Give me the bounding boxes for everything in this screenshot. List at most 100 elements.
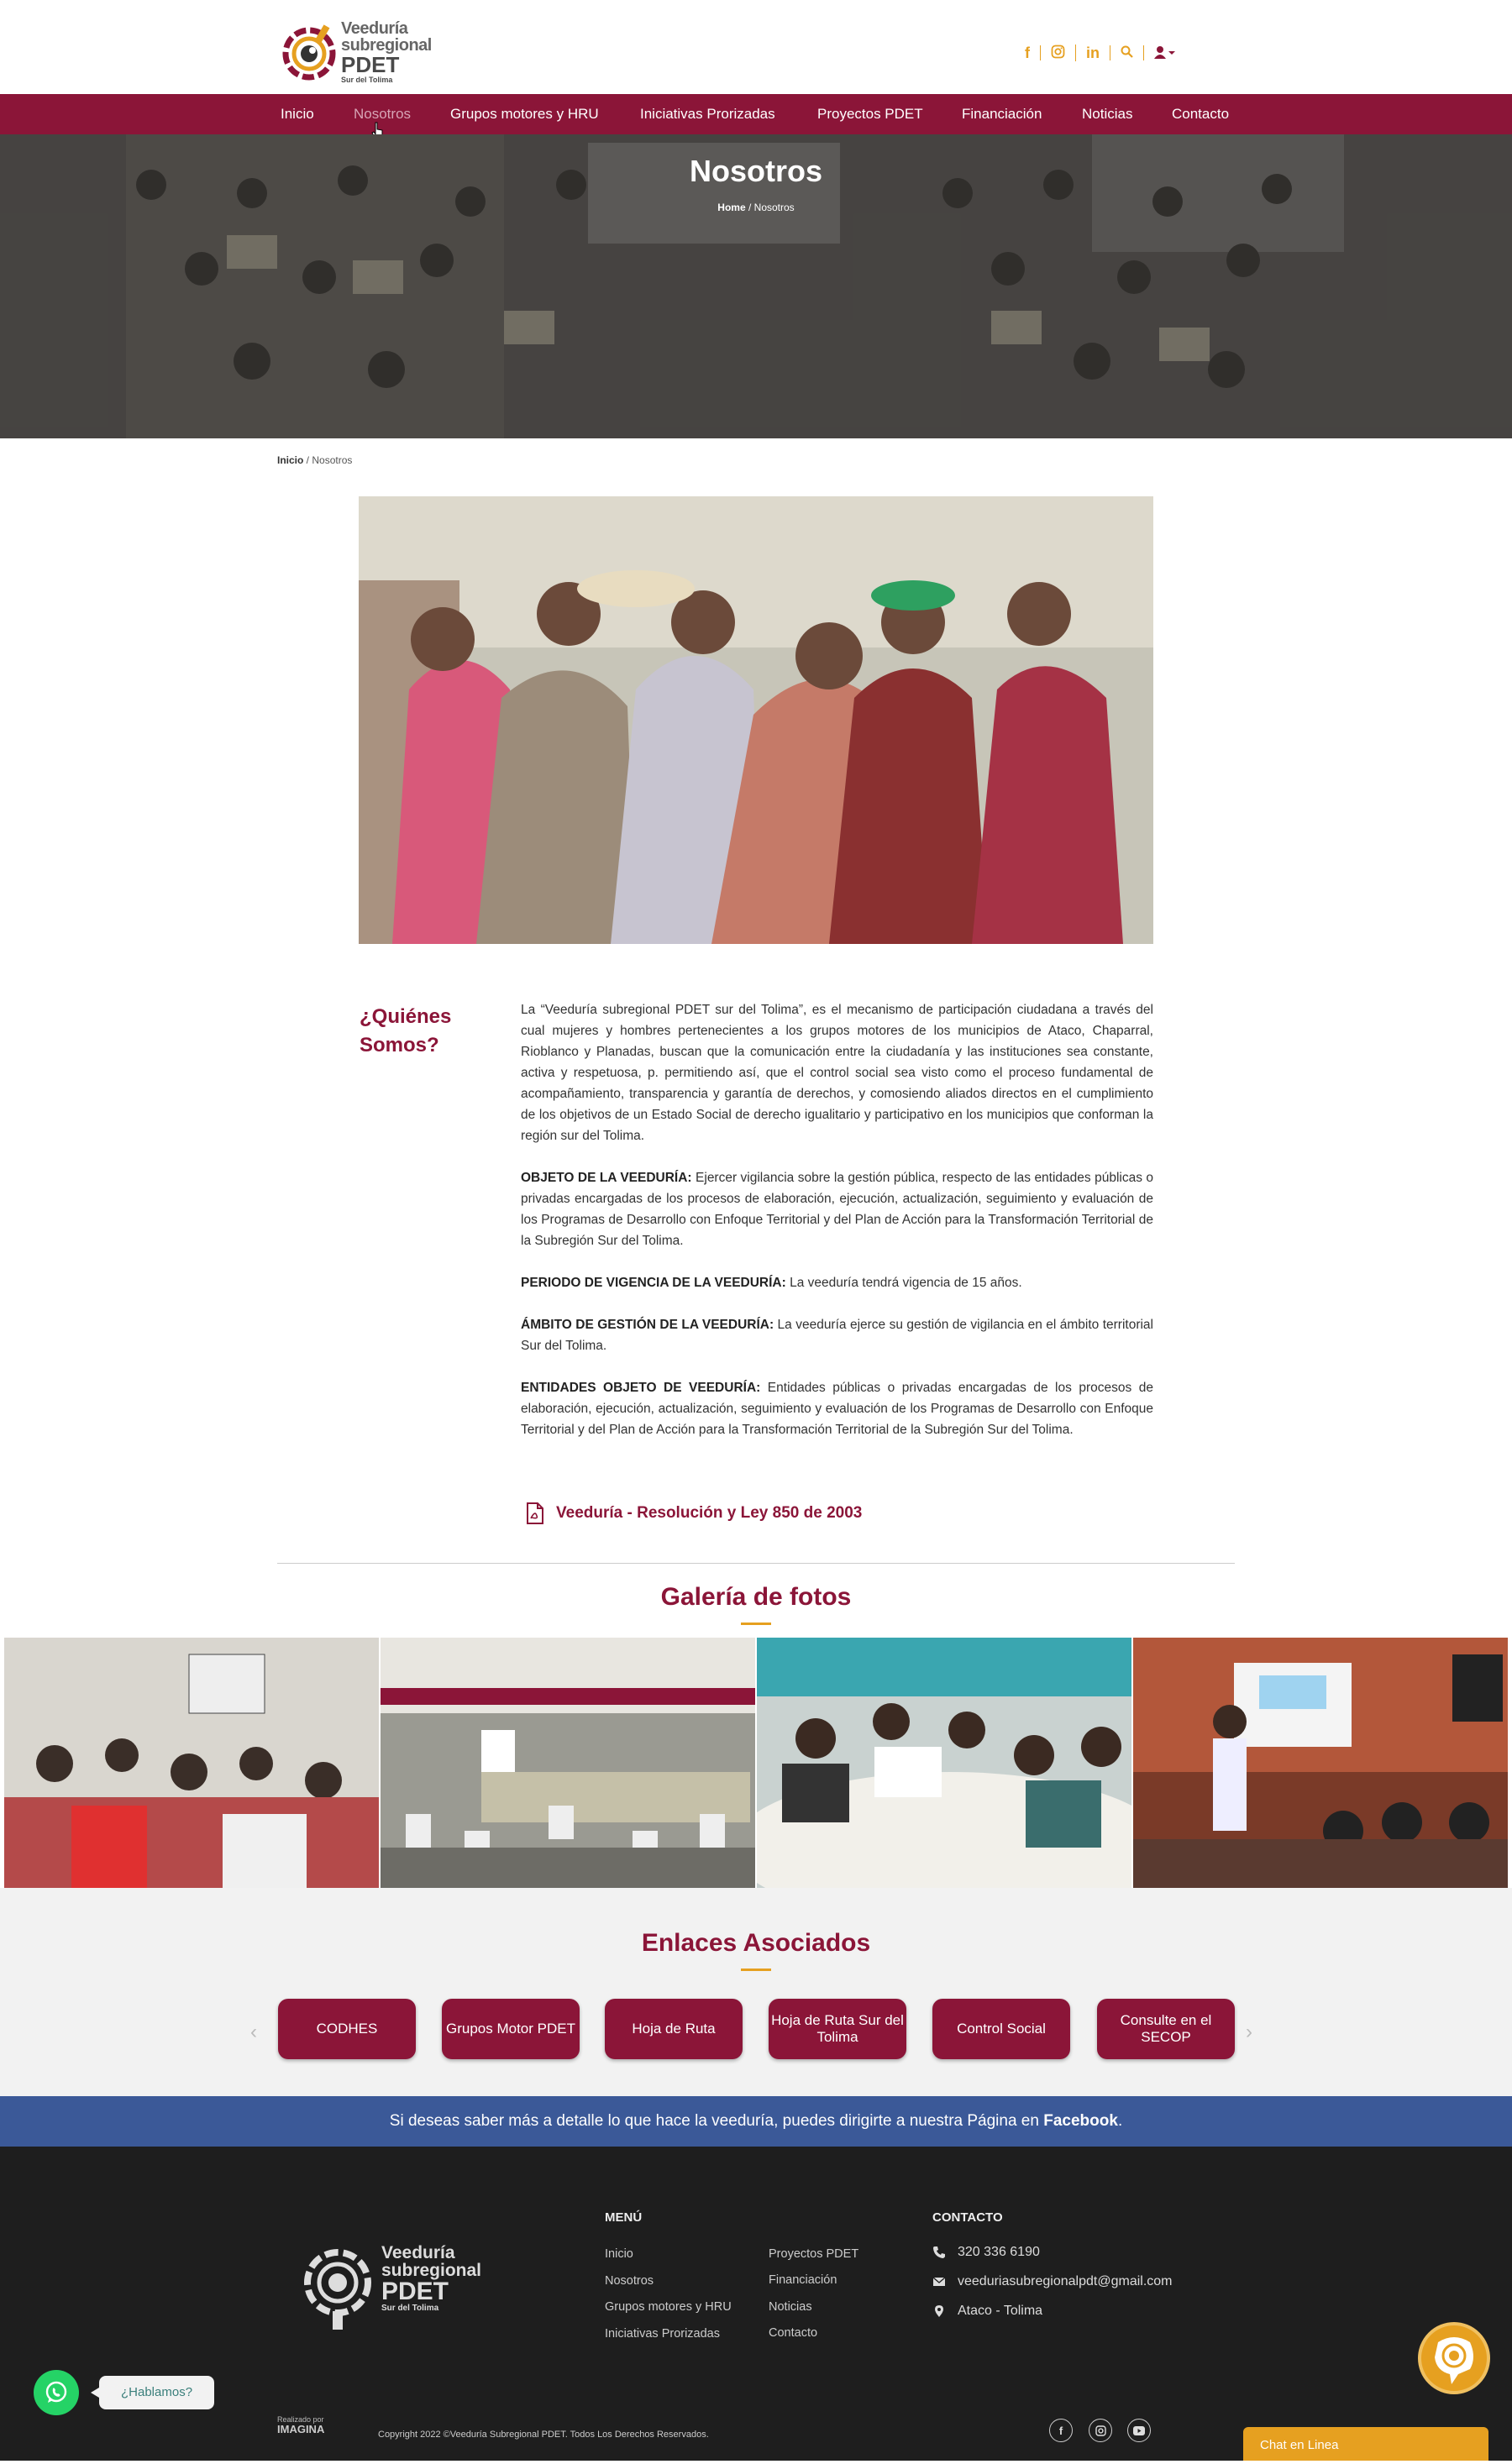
footer-logo-line3: PDET (381, 2278, 449, 2305)
footer-logo-eye-icon (304, 2249, 371, 2330)
about-block-text: La veeduría tendrá vigencia de 15 años. (785, 1276, 1022, 1290)
footer-logo-line4: Sur del Tolima (381, 2304, 439, 2313)
footer-instagram-icon[interactable] (1089, 2419, 1112, 2442)
facebook-cta-end: . (1117, 2112, 1123, 2130)
about-text: La “Veeduría subregional PDET sur del To… (521, 999, 1153, 1461)
footer-logo-text: Veeduría subregional PDET Sur del Tolima (381, 2244, 481, 2313)
made-by-credit[interactable]: Realizado por IMAGINA (277, 2415, 325, 2435)
chat-badge-icon[interactable] (1418, 2322, 1490, 2394)
site-footer: Veeduría subregional PDET Sur del Tolima… (0, 2147, 1512, 2461)
gallery-title: Galería de fotos (660, 1583, 852, 1611)
breadcrumb-sep: / (303, 454, 312, 466)
footer-phone[interactable]: 320 336 6190 (932, 2245, 1040, 2260)
nav-item-financiacion[interactable]: Financiación (962, 94, 1042, 134)
header-social-icons: f in (1015, 40, 1186, 66)
link-control-social-button[interactable]: Control Social (932, 1999, 1070, 2059)
nav-item-iniciativas[interactable]: Iniciativas Prorizadas (640, 94, 775, 134)
nav-item-grupos-motores[interactable]: Grupos motores y HRU (450, 94, 599, 134)
breadcrumb-home[interactable]: Inicio (277, 454, 303, 466)
hero-crumb-sep: / (745, 202, 754, 213)
footer-link-iniciativas[interactable]: Iniciativas Prorizadas (605, 2327, 720, 2341)
gallery-photo[interactable] (757, 1638, 1131, 1888)
logo-line2: subregional (341, 36, 432, 55)
about-block-label: OBJETO DE LA VEEDURÍA: (521, 1171, 692, 1185)
footer-link-contacto[interactable]: Contacto (769, 2326, 817, 2340)
logo-text: Veeduría subregional PDET Sur del Tolima (341, 20, 432, 84)
instagram-icon[interactable] (1041, 45, 1076, 61)
nav-item-noticias[interactable]: Noticias (1082, 94, 1132, 134)
link-secop-button[interactable]: Consulte en el SECOP (1097, 1999, 1235, 2059)
breadcrumb-current: Nosotros (312, 454, 353, 466)
about-block-label: ÁMBITO DE GESTIÓN DE LA VEEDURÍA: (521, 1318, 774, 1332)
pdf-link-label: Veeduría - Resolución y Ley 850 de 2003 (556, 1504, 863, 1522)
footer-phone-text: 320 336 6190 (958, 2245, 1040, 2259)
whatsapp-icon (45, 2381, 67, 2403)
nav-item-inicio[interactable]: Inicio (281, 94, 314, 134)
link-codhes-button[interactable]: CODHES (278, 1999, 416, 2059)
made-by-name: IMAGINA (277, 2423, 325, 2435)
footer-link-noticias[interactable]: Noticias (769, 2300, 812, 2314)
about-block-periodo: PERIODO DE VIGENCIA DE LA VEEDURÍA: La v… (521, 1272, 1153, 1293)
footer-link-proyectos[interactable]: Proyectos PDET (769, 2247, 858, 2261)
breadcrumb: Inicio / Nosotros (277, 454, 352, 466)
links-title-underline (741, 1969, 771, 1971)
section-divider (277, 1563, 1235, 1564)
hero-crumb-home[interactable]: Home (717, 202, 745, 213)
footer-link-inicio[interactable]: Inicio (605, 2247, 633, 2261)
links-title: Enlaces Asociados (641, 1929, 871, 1957)
footer-facebook-icon[interactable]: f (1049, 2419, 1073, 2442)
link-grupos-motor-button[interactable]: Grupos Motor PDET (442, 1999, 580, 2059)
carousel-next-icon[interactable]: › (1246, 2021, 1252, 2044)
gallery-photo[interactable] (381, 1638, 755, 1888)
about-block-label: ENTIDADES OBJETO DE VEEDURÍA: (521, 1381, 761, 1395)
user-icon[interactable] (1144, 45, 1186, 61)
logo-line3: PDET (341, 52, 400, 77)
link-hoja-ruta-button[interactable]: Hoja de Ruta (605, 1999, 743, 2059)
photo-gallery (0, 1638, 1512, 1888)
envelope-icon (932, 2277, 946, 2286)
about-block-ambito: ÁMBITO DE GESTIÓN DE LA VEEDURÍA: La vee… (521, 1314, 1153, 1356)
linkedin-icon[interactable]: in (1076, 45, 1110, 60)
logo-line1: Veeduría (341, 19, 408, 38)
search-icon[interactable] (1110, 45, 1144, 60)
footer-location: Ataco - Tolima (932, 2304, 1042, 2319)
facebook-icon[interactable]: f (1015, 45, 1041, 60)
pdf-download-link[interactable]: Veeduría - Resolución y Ley 850 de 2003 (526, 1501, 862, 1526)
footer-email-text: veeduriasubregionalpdt@gmail.com (958, 2274, 1173, 2288)
facebook-cta-bar: Si deseas saber más a detalle lo que hac… (0, 2096, 1512, 2147)
about-block-label: PERIODO DE VIGENCIA DE LA VEEDURÍA: (521, 1276, 786, 1290)
main-nav: Inicio Nosotros Grupos motores y HRU Ini… (0, 94, 1512, 134)
link-hoja-ruta-tolima-button[interactable]: Hoja de Ruta Sur del Tolima (769, 1999, 906, 2059)
nav-item-proyectos[interactable]: Proyectos PDET (817, 94, 923, 134)
map-marker-icon (935, 2305, 943, 2317)
carousel-prev-icon[interactable]: ‹ (250, 2021, 257, 2044)
footer-email[interactable]: veeduriasubregionalpdt@gmail.com (932, 2274, 1173, 2289)
facebook-link[interactable]: Facebook (1043, 2112, 1118, 2130)
site-logo[interactable]: Veeduría subregional PDET Sur del Tolima (281, 18, 432, 84)
footer-link-financiacion[interactable]: Financiación (769, 2273, 837, 2287)
linked-sites-section: Enlaces Asociados ‹ CODHES Grupos Motor … (0, 1888, 1512, 2096)
logo-eye-icon (282, 24, 336, 81)
hero-breadcrumb: Home / Nosotros (0, 202, 1512, 213)
copyright-text: Copyright 2022 ©Veeduría Subregional PDE… (378, 2430, 709, 2440)
hero-title: Nosotros (689, 154, 822, 188)
site-header: Veeduría subregional PDET Sur del Tolima… (0, 0, 1512, 94)
whatsapp-button[interactable] (34, 2370, 79, 2415)
gallery-photo[interactable] (1133, 1638, 1508, 1888)
footer-link-nosotros[interactable]: Nosotros (605, 2274, 654, 2288)
about-intro: La “Veeduría subregional PDET sur del To… (521, 1003, 1153, 1143)
footer-logo[interactable]: Veeduría subregional PDET Sur del Tolima (302, 2241, 481, 2333)
whatsapp-bubble[interactable]: ¿Hablamos? (90, 2376, 215, 2409)
about-heading: ¿Quiénes Somos? (360, 1005, 452, 1056)
gallery-photo[interactable] (4, 1638, 379, 1888)
phone-icon (933, 2246, 945, 2258)
footer-location-text: Ataco - Tolima (958, 2304, 1043, 2318)
footer-logo-line2: subregional (381, 2261, 482, 2280)
footer-link-grupos[interactable]: Grupos motores y HRU (605, 2300, 732, 2314)
live-chat-tab[interactable]: Chat en Linea (1243, 2427, 1488, 2461)
nav-item-contacto[interactable]: Contacto (1172, 94, 1229, 134)
about-main-photo (359, 496, 1153, 944)
facebook-cta-text: Si deseas saber más a detalle lo que hac… (389, 2112, 1044, 2130)
logo-line4: Sur del Tolima (341, 76, 393, 84)
footer-youtube-icon[interactable] (1127, 2419, 1151, 2442)
